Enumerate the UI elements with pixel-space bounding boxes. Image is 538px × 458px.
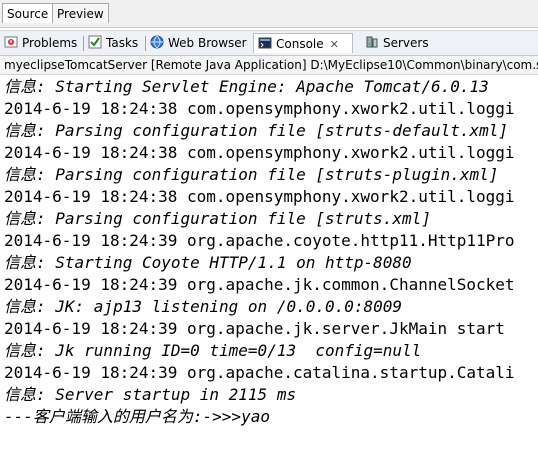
console-line: 2014-6-19 18:24:38 com.opensymphony.xwor… — [4, 187, 515, 206]
console-line: 2014-6-19 18:24:39 org.apache.catalina.s… — [4, 363, 515, 382]
console-line: 信息: Starting Servlet Engine: Apache Tomc… — [4, 77, 489, 96]
tasks-icon — [88, 35, 102, 49]
editor-tab-bar: Source Preview — [0, 0, 538, 28]
tab-problems[interactable]: Problems — [4, 33, 77, 53]
console-line: 2014-6-19 18:24:39 org.apache.jk.common.… — [4, 275, 515, 294]
tab-tasks-label: Tasks — [106, 36, 139, 50]
view-tab-bar: Problems Tasks Web Browser Console ✕ Serv… — [0, 30, 538, 56]
console-line: 信息: Parsing configuration file [struts-p… — [4, 165, 499, 184]
problems-icon — [4, 35, 18, 49]
console-line: 信息: Parsing configuration file [struts-d… — [4, 121, 509, 140]
tab-problems-label: Problems — [22, 36, 78, 50]
console-user-input-line: ---客户端输入的用户名为:->>>yao — [4, 407, 270, 426]
servers-icon — [365, 35, 379, 49]
console-header-text: myeclipseTomcatServer [Remote Java Appli… — [4, 58, 538, 72]
tab-console[interactable]: Console ✕ — [253, 33, 353, 53]
console-icon — [258, 36, 272, 50]
tab-preview[interactable]: Preview — [52, 3, 109, 23]
tab-servers-label: Servers — [383, 36, 429, 50]
console-line: 2014-6-19 18:24:39 org.apache.coyote.htt… — [4, 231, 515, 250]
tab-source[interactable]: Source — [2, 3, 54, 23]
tab-divider — [83, 36, 84, 51]
tab-servers[interactable]: Servers — [365, 33, 429, 53]
console-line: 信息: JK: ajp13 listening on /0.0.0.0:8009 — [4, 297, 403, 316]
console-line: 2014-6-19 18:24:38 com.opensymphony.xwor… — [4, 143, 515, 162]
console-launch-description: myeclipseTomcatServer [Remote Java Appli… — [0, 56, 538, 75]
console-line: 信息: Starting Coyote HTTP/1.1 on http-808… — [4, 253, 412, 272]
tab-divider — [145, 36, 146, 51]
close-icon[interactable]: ✕ — [330, 39, 340, 50]
console-line: 2014-6-19 18:24:39 org.apache.jk.server.… — [4, 319, 505, 338]
console-line: 信息: Server startup in 2115 ms — [4, 385, 297, 404]
tab-console-label: Console — [276, 37, 324, 51]
globe-icon — [150, 35, 164, 49]
tab-tasks[interactable]: Tasks — [88, 33, 138, 53]
tab-web-browser-label: Web Browser — [168, 36, 247, 50]
console-line: 信息: Jk running ID=0 time=0/13 config=nul… — [4, 341, 422, 360]
console-output[interactable]: 信息: Starting Servlet Engine: Apache Tomc… — [0, 76, 538, 458]
tab-web-browser[interactable]: Web Browser — [150, 33, 247, 53]
console-line: 2014-6-19 18:24:38 com.opensymphony.xwor… — [4, 99, 515, 118]
console-line: 信息: Parsing configuration file [struts.x… — [4, 209, 431, 228]
